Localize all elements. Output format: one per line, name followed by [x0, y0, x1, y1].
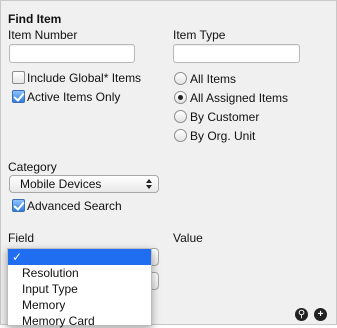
- active-only-checkbox[interactable]: [12, 90, 25, 103]
- item-type-input[interactable]: [173, 44, 300, 63]
- include-global-label: Include Global* Items: [27, 71, 142, 85]
- field-label: Field: [8, 231, 35, 245]
- radio-all-assigned-items[interactable]: [174, 91, 187, 104]
- advanced-search-checkbox[interactable]: [12, 199, 25, 212]
- radio-by-org-unit-label: By Org. Unit: [190, 129, 256, 143]
- radio-by-customer[interactable]: [174, 110, 187, 123]
- field-dropdown-menu: ✓ Resolution Input Type Memory Memory Ca…: [7, 248, 152, 328]
- add-icon[interactable]: +: [314, 308, 327, 321]
- advanced-search-label: Advanced Search: [27, 199, 122, 213]
- find-item-panel: Find Item Item Number Item Type Include …: [0, 0, 337, 328]
- value-label: Value: [173, 231, 203, 245]
- radio-by-customer-label: By Customer: [190, 110, 260, 124]
- panel-title: Find Item: [8, 12, 62, 26]
- item-number-input[interactable]: [9, 44, 135, 63]
- search-icon[interactable]: ⚲: [295, 308, 308, 321]
- radio-all-assigned-items-label: All Assigned Items: [190, 91, 289, 105]
- item-number-label: Item Number: [8, 28, 78, 42]
- radio-by-org-unit[interactable]: [174, 129, 187, 142]
- radio-all-items-label: All Items: [190, 72, 237, 86]
- radio-all-items[interactable]: [174, 72, 187, 85]
- include-global-checkbox[interactable]: [12, 71, 25, 84]
- updown-arrows-icon: [146, 178, 153, 190]
- dropdown-item-memory-card[interactable]: Memory Card: [22, 314, 95, 328]
- category-select[interactable]: Mobile Devices: [9, 175, 159, 193]
- active-only-label: Active Items Only: [27, 90, 121, 104]
- dropdown-item-highlighted[interactable]: ✓: [8, 249, 151, 265]
- dropdown-item-memory[interactable]: Memory: [22, 298, 65, 312]
- category-selected-value: Mobile Devices: [20, 177, 102, 191]
- checkmark-icon: ✓: [12, 250, 23, 264]
- category-label: Category: [8, 160, 57, 174]
- item-type-label: Item Type: [173, 28, 226, 42]
- dropdown-item-resolution[interactable]: Resolution: [22, 266, 79, 280]
- dropdown-item-input-type[interactable]: Input Type: [22, 282, 78, 296]
